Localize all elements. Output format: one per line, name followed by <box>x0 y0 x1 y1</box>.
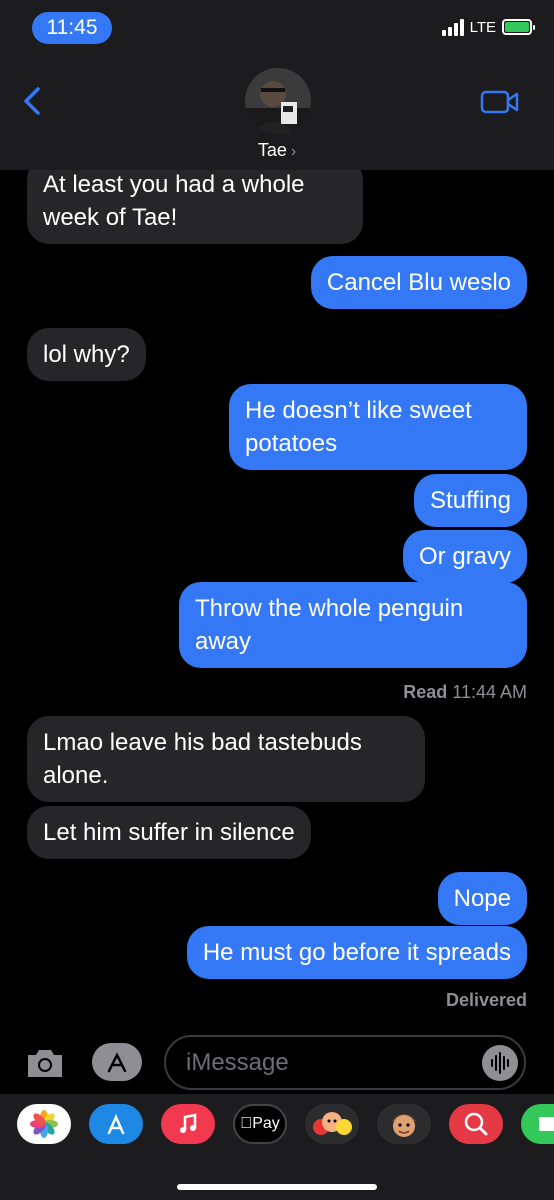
memoji-stickers-app[interactable] <box>305 1104 359 1144</box>
photos-icon <box>30 1110 58 1138</box>
conversation-header: 11:45 LTE Tae › <box>0 0 554 170</box>
contact-name[interactable]: Tae › <box>0 140 554 161</box>
read-time: 11:44 AM <box>452 682 527 702</box>
contact-name-label: Tae <box>257 140 287 160</box>
app-drawer: Pay <box>0 1094 554 1200</box>
cell-signal-icon <box>441 18 464 36</box>
status-time[interactable]: 11:45 <box>32 12 112 44</box>
read-receipt: Read 11:44 AM <box>403 682 527 703</box>
photos-app[interactable] <box>17 1104 71 1144</box>
music-app[interactable] <box>161 1104 215 1144</box>
message-bubble-incoming[interactable]: lol why? <box>27 328 146 381</box>
back-chevron-icon[interactable] <box>20 86 44 116</box>
message-bubble-outgoing[interactable]: Nope <box>437 872 527 925</box>
message-bubble-incoming[interactable]: Let him suffer in silence <box>27 806 311 859</box>
memoji-stickers-icon <box>313 1112 352 1135</box>
camera-icon[interactable] <box>24 1047 66 1079</box>
app-store-app[interactable] <box>89 1104 143 1144</box>
compose-bar <box>0 1035 554 1092</box>
message-thread[interactable]: At least you had a whole week of Tae! Ca… <box>0 170 554 1030</box>
more-apps[interactable] <box>521 1104 554 1144</box>
message-bubble-incoming[interactable]: At least you had a whole week of Tae! <box>27 170 363 244</box>
apple-pay-label: Pay <box>246 1115 280 1132</box>
audio-message-button[interactable] <box>482 1045 518 1081</box>
contact-chevron-icon: › <box>290 143 297 160</box>
apple-pay-app[interactable]: Pay <box>233 1104 287 1144</box>
message-bubble-outgoing[interactable]: Throw the whole penguin away <box>179 582 527 668</box>
message-bubble-outgoing[interactable]: He doesn’t like sweet potatoes <box>229 384 527 470</box>
delivered-receipt: Delivered <box>445 990 527 1010</box>
image-search-app[interactable] <box>449 1104 503 1144</box>
contact-avatar[interactable] <box>245 68 311 134</box>
home-indicator[interactable] <box>177 1184 377 1190</box>
more-apps-icon <box>539 1117 554 1131</box>
status-indicators: LTE <box>441 18 535 36</box>
message-bubble-outgoing[interactable]: Stuffing <box>414 474 527 527</box>
app-store-button[interactable] <box>92 1043 142 1081</box>
music-icon <box>180 1113 197 1133</box>
imessage-input[interactable] <box>166 1037 466 1088</box>
app-store-icon <box>107 1052 127 1073</box>
waveform-icon <box>491 1052 509 1074</box>
memoji-icon <box>392 1114 416 1137</box>
apple-pay-icon: Pay <box>240 1115 280 1133</box>
message-bubble-outgoing[interactable]: Cancel Blu weslo <box>310 256 527 309</box>
search-images-icon <box>464 1112 488 1136</box>
imessage-input-container <box>164 1035 526 1090</box>
message-bubble-outgoing[interactable]: Or gravy <box>402 530 527 583</box>
message-bubble-incoming[interactable]: Lmao leave his bad tastebuds alone. <box>27 716 425 802</box>
read-label: Read <box>403 682 448 702</box>
app-store-icon <box>107 1113 125 1135</box>
battery-icon <box>502 19 535 35</box>
network-label: LTE <box>469 18 496 36</box>
facetime-video-icon[interactable] <box>480 88 520 116</box>
message-bubble-outgoing[interactable]: He must go before it spreads <box>186 926 527 979</box>
memoji-app[interactable] <box>377 1104 431 1144</box>
